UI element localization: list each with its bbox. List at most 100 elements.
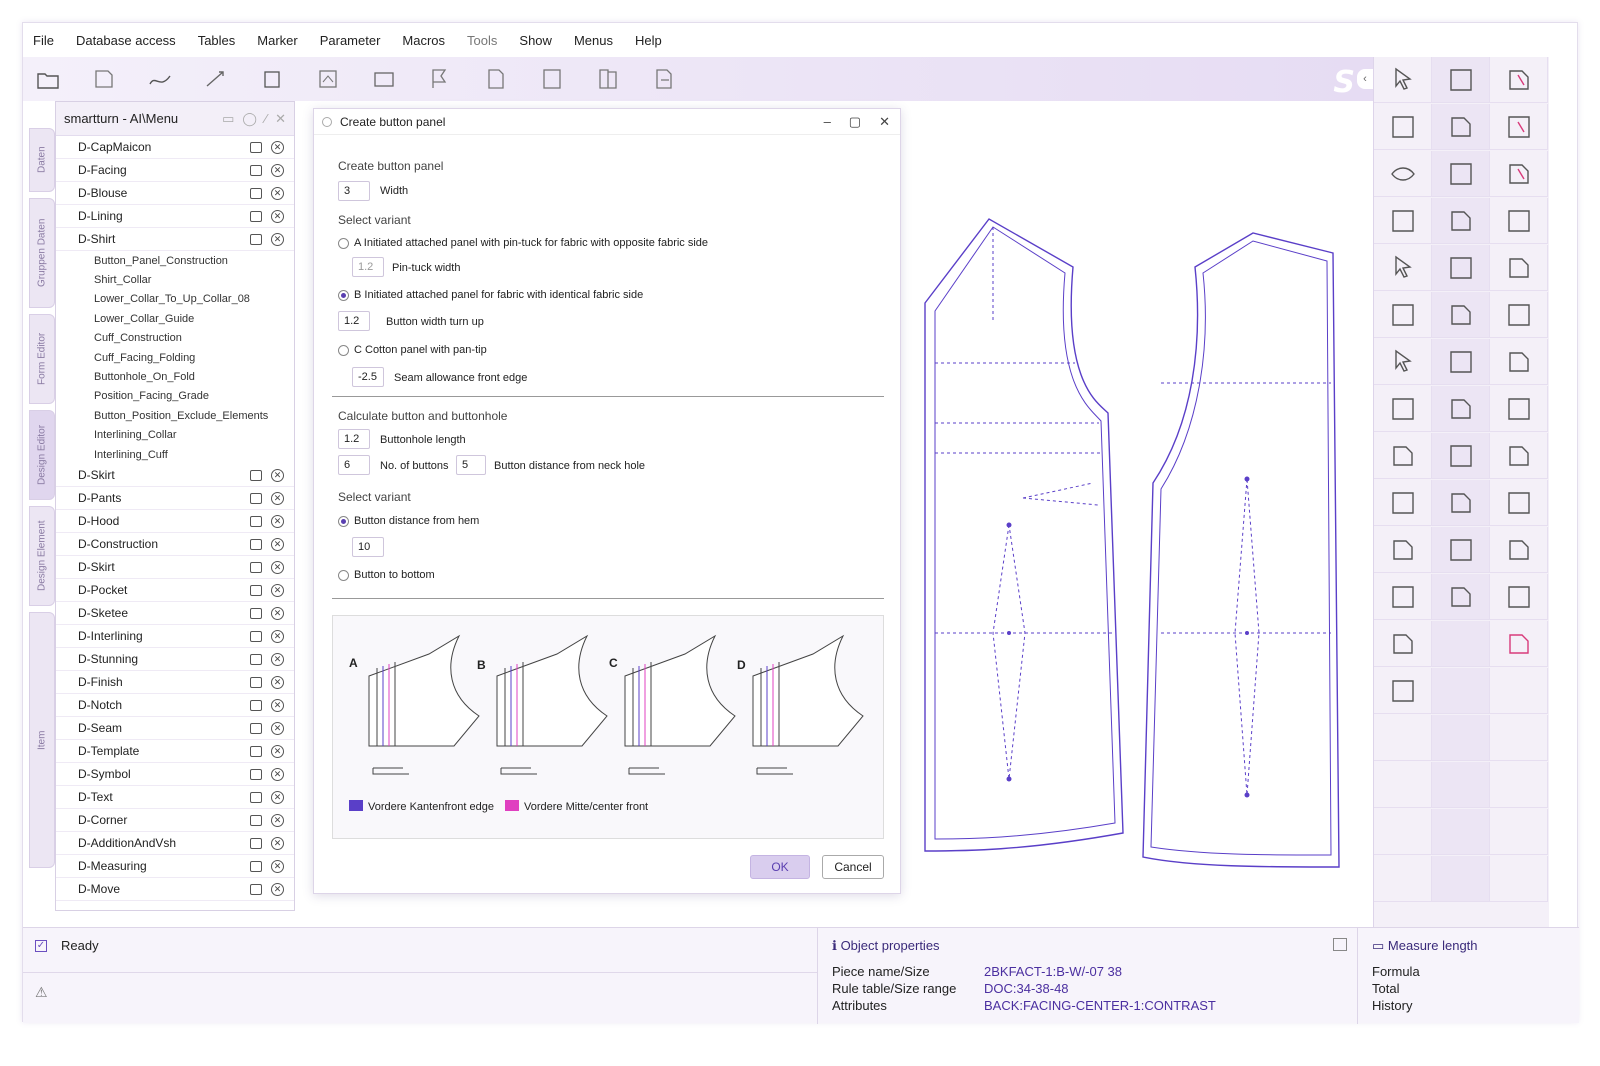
split-doc-icon[interactable] [595, 66, 621, 92]
edit-icon[interactable] [250, 492, 262, 504]
edit-icon[interactable] [250, 141, 262, 153]
edit-icon[interactable] [250, 561, 262, 573]
remove-icon[interactable]: ✕ [271, 606, 284, 620]
pintuck-width-input[interactable]: 1.2 [352, 257, 384, 277]
piece-search-icon[interactable] [1432, 574, 1490, 620]
collapse-toolbar-icon[interactable]: ‹ [1357, 69, 1373, 89]
remove-icon[interactable]: ✕ [271, 514, 284, 528]
pattern-canvas[interactable] [903, 183, 1363, 903]
cancel-button[interactable]: Cancel [822, 855, 884, 879]
button-to-bottom-radio[interactable] [338, 570, 349, 581]
tree-subitem[interactable]: Cuff_Construction [56, 329, 294, 348]
group-icon[interactable] [1432, 339, 1490, 385]
tree-item[interactable]: D-Seam ✕ [56, 717, 294, 741]
tree-subitem[interactable]: Interlining_Collar [56, 426, 294, 445]
distance-from-hem-radio[interactable] [338, 516, 349, 527]
draw-line-icon[interactable] [1432, 57, 1490, 103]
vtab-form-editor[interactable]: Form Editor [29, 314, 55, 404]
duplicate-icon[interactable] [1432, 480, 1490, 526]
remove-icon[interactable]: ✕ [271, 491, 284, 505]
save-icon[interactable]: ▭ [222, 111, 234, 127]
tools-icon[interactable] [1432, 104, 1490, 150]
tree-item[interactable]: D-Interlining ✕ [56, 625, 294, 649]
view-eye-icon[interactable] [1374, 151, 1432, 197]
remove-icon[interactable]: ✕ [271, 468, 284, 482]
remove-icon[interactable]: ✕ [271, 836, 284, 850]
remove-icon[interactable]: ✕ [271, 163, 284, 177]
buttonhole-length-input[interactable]: 1.2 [338, 429, 370, 449]
rotate-icon[interactable] [1490, 386, 1548, 432]
tree-subitem[interactable]: Lower_Collar_Guide [56, 309, 294, 328]
glasses-icon[interactable] [1374, 198, 1432, 244]
tree-item[interactable]: D-Corner ✕ [56, 809, 294, 833]
edit-icon[interactable] [250, 607, 262, 619]
tree-item[interactable]: D-Blouse ✕ [56, 182, 294, 205]
marker-icon[interactable] [371, 66, 397, 92]
fold-icon[interactable] [1374, 480, 1432, 526]
button-distance-input[interactable]: 5 [456, 455, 486, 475]
gear-icon[interactable] [1490, 574, 1548, 620]
clamp-icon[interactable] [1490, 198, 1548, 244]
edit-icon[interactable] [250, 791, 262, 803]
bmc-doc-icon[interactable] [1490, 57, 1548, 103]
maximize-icon[interactable]: ▢ [849, 114, 861, 130]
spiral-piece-icon[interactable] [1374, 621, 1432, 667]
pin-icon[interactable]: ⁄ [265, 111, 267, 127]
variant-b-radio[interactable] [338, 290, 349, 301]
tree-subitem[interactable]: Button_Panel_Construction [56, 251, 294, 270]
dialog-close-icon[interactable]: ✕ [879, 114, 890, 130]
edit-icon[interactable] [250, 745, 262, 757]
vtab-daten[interactable]: Daten [29, 128, 55, 192]
export-icon[interactable] [651, 66, 677, 92]
pink-piece-icon[interactable] [1490, 621, 1548, 667]
button-width-input[interactable]: 1.2 [338, 311, 370, 331]
remove-icon[interactable]: ✕ [271, 767, 284, 781]
tree-item[interactable]: D-Stunning ✕ [56, 648, 294, 672]
tree-item[interactable]: D-Move ✕ [56, 878, 294, 902]
ok-button[interactable]: OK [750, 855, 810, 879]
edit-icon[interactable] [250, 187, 262, 199]
edit-icon[interactable] [250, 837, 262, 849]
remove-icon[interactable]: ✕ [271, 744, 284, 758]
width-input[interactable]: 3 [338, 181, 370, 201]
piece-import-icon[interactable] [91, 66, 117, 92]
edit-icon[interactable] [250, 653, 262, 665]
menu-macros[interactable]: Macros [402, 33, 445, 48]
edit-icon[interactable] [250, 584, 262, 596]
remove-icon[interactable]: ✕ [271, 859, 284, 873]
vtab-item[interactable]: Item [29, 612, 55, 868]
edit-icon[interactable] [250, 722, 262, 734]
check-edit-icon[interactable] [1432, 433, 1490, 479]
piece-copy-icon[interactable] [1490, 292, 1548, 338]
remove-icon[interactable]: ✕ [271, 629, 284, 643]
seam-allowance-input[interactable]: -2.5 [352, 367, 384, 387]
menu-parameter[interactable]: Parameter [320, 33, 381, 48]
curve-tool-icon[interactable] [147, 66, 173, 92]
vtab-design-editor[interactable]: Design Editor [29, 410, 55, 500]
cluster-icon[interactable] [1374, 527, 1432, 573]
menu-tables[interactable]: Tables [198, 33, 236, 48]
tree-item[interactable]: D-Skirt ✕ [56, 556, 294, 580]
edit-icon[interactable] [250, 469, 262, 481]
flag-piece-icon[interactable] [427, 66, 453, 92]
select-move-icon[interactable] [1374, 339, 1432, 385]
nest-icon[interactable] [1490, 527, 1548, 573]
tree-item[interactable]: D-CapMaicon ✕ [56, 136, 294, 159]
remove-icon[interactable]: ✕ [271, 675, 284, 689]
tree-subitem[interactable]: Button_Position_Exclude_Elements [56, 406, 294, 425]
remove-icon[interactable]: ✕ [271, 560, 284, 574]
copy-piece-icon[interactable] [259, 66, 285, 92]
piece-shape-icon[interactable] [1490, 433, 1548, 479]
mirror-icon[interactable] [1490, 339, 1548, 385]
edit-icon[interactable] [250, 768, 262, 780]
tree-item[interactable]: D-Shirt ✕ [56, 228, 294, 251]
tree-item[interactable]: D-Sketee ✕ [56, 602, 294, 626]
piece-add-icon[interactable] [1490, 245, 1548, 291]
tree-item[interactable]: D-Pants ✕ [56, 487, 294, 511]
remove-icon[interactable]: ✕ [271, 721, 284, 735]
remove-icon[interactable]: ✕ [271, 537, 284, 551]
tree-subitem[interactable]: Shirt_Collar [56, 270, 294, 289]
edit-icon[interactable] [250, 164, 262, 176]
piece-corner-icon[interactable] [1490, 104, 1548, 150]
tree-item[interactable]: D-Hood ✕ [56, 510, 294, 534]
